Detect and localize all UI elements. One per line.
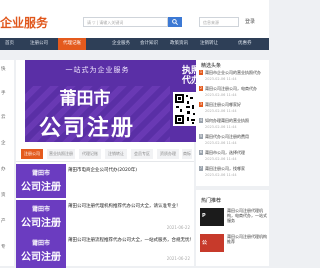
rank-badge: 5 xyxy=(199,134,203,139)
sidebar-item-text[interactable]: 莆田市企业公司的营业执照代办 xyxy=(205,70,267,75)
article-title[interactable]: 莆田公司注册流程推荐代办公司大全，一站式服务，合规无忧！ xyxy=(68,237,194,243)
tab-register[interactable]: 注册公司 xyxy=(21,149,43,159)
hot-logo: P xyxy=(202,213,206,219)
list-item[interactable]: 莆田市 公司注册 莆田市电商企业公司代办(2020年) xyxy=(16,164,194,200)
rank-badge: 2 xyxy=(199,86,203,91)
sidebar-item-text[interactable]: 莆田代办公司注册的费用 xyxy=(205,134,267,139)
sidebar-item-text[interactable]: 莆田公司注册公司，电商代办 xyxy=(205,86,267,91)
sidebar-item-date: 2023-02-06 11:44 xyxy=(205,93,237,97)
nav-item-services[interactable]: 企业服务 xyxy=(112,38,130,50)
login-link[interactable]: 登录 xyxy=(245,18,255,25)
sidebar-item-date: 2023-02-06 11:44 xyxy=(205,77,237,81)
strip-item[interactable]: 快 xyxy=(1,66,6,72)
thumb-title: 公司注册 xyxy=(21,182,61,193)
rank-badge: 4 xyxy=(199,118,203,123)
article-thumbnail[interactable]: 莆田市 公司注册 xyxy=(16,200,66,234)
article-thumbnail[interactable]: 莆田市 公司注册 xyxy=(16,234,66,268)
nav-item-coupon[interactable]: 优惠券 xyxy=(238,38,252,50)
article-title[interactable]: 莆田公司注册代理机构推荐代办公司大全，请认准专业！ xyxy=(68,203,181,209)
hero-banner[interactable]: 一站式为企业服务 莆田市 公司注册 xyxy=(25,60,170,142)
sidebar-item-text[interactable]: 莆田注册公司，找哪家 xyxy=(205,166,267,171)
nav-item-register[interactable]: 注册公司 xyxy=(30,38,48,50)
sidebar-item-text[interactable]: 如何办理莆田的营业执照 xyxy=(205,118,267,123)
list-item[interactable]: 莆田市 公司注册 莆田公司注册流程推荐代办公司大全，一站式服务，合规无忧！ 20… xyxy=(16,234,194,268)
thumb-title: 公司注册 xyxy=(21,218,61,229)
strip-item[interactable]: 云 xyxy=(1,114,6,120)
rank-badge: 7 xyxy=(199,166,203,171)
list-item[interactable]: 莆田市 公司注册 莆田公司注册代理机构推荐代办公司大全，请认准专业！ 2021-… xyxy=(16,200,194,234)
strip-item[interactable]: 产 xyxy=(1,218,6,224)
sidebar-item[interactable]: 5 莆田代办公司注册的费用 2023-02-06 11:44 xyxy=(199,134,267,148)
strip-item[interactable]: 专 xyxy=(1,244,6,250)
rank-badge: 3 xyxy=(199,102,203,107)
hot-item[interactable]: P 莆田公司注册代理机构，电商代办，一站式服务 xyxy=(200,208,267,230)
sidebar-item[interactable]: 1 莆田市企业公司的营业执照代办 2023-02-06 11:44 xyxy=(199,70,267,84)
banner-headline: 公司注册 xyxy=(38,116,135,141)
article-title[interactable]: 莆田市电商企业公司代办(2020年) xyxy=(68,167,137,173)
nav-item-home[interactable]: 首页 xyxy=(5,38,14,50)
rank-badge: 6 xyxy=(199,150,203,155)
search-button[interactable] xyxy=(168,17,182,27)
search-input[interactable]: 请 ▽ | 请输入关键词 xyxy=(83,17,168,27)
strip-item[interactable]: 资 xyxy=(1,192,6,198)
strip-item[interactable]: 企 xyxy=(1,140,6,146)
sidebar-item-text[interactable]: 莆田注册公司哪家好 xyxy=(205,102,267,107)
main-nav: 首页 注册公司 代理记账 企业服务 会计知识 政策资讯 注销转让 优惠券 xyxy=(0,38,269,50)
category-tabs: 注册公司 营业执照注册 代理记账 注销转让 会员专区 资质办理 商标 xyxy=(16,147,194,162)
hot-title: 热门推荐 xyxy=(201,198,222,204)
tab-trademark[interactable]: 商标 xyxy=(182,149,192,159)
source-input[interactable]: 信息来源 xyxy=(199,17,239,27)
tab-member[interactable]: 会员专区 xyxy=(131,149,153,159)
sidebar-item[interactable]: 3 莆田注册公司哪家好 2023-02-06 11:44 xyxy=(199,102,267,116)
sidebar-item-date: 2023-02-06 11:44 xyxy=(205,173,237,177)
hot-thumbnail[interactable]: 公 xyxy=(200,234,224,252)
search-icon xyxy=(172,19,178,25)
sidebar-item[interactable]: 4 如何办理莆田的营业执照 2023-02-06 11:44 xyxy=(199,118,267,132)
rank-badge: 1 xyxy=(199,70,203,75)
article-date: 2021-06-22 xyxy=(166,225,190,230)
banner-city: 莆田市 xyxy=(59,89,111,109)
sidebar-item[interactable]: 6 莆田市公司，选择代理 2023-02-06 11:44 xyxy=(199,150,267,164)
sidebar-item[interactable]: 7 莆田注册公司，找哪家 2023-02-06 11:44 xyxy=(199,166,267,180)
hot-item-text[interactable]: 莆田公司注册代理机构推荐 xyxy=(227,234,267,244)
sidebar-item-text[interactable]: 莆田市公司，选择代理 xyxy=(205,150,267,155)
thumb-city: 莆田市 xyxy=(31,240,50,247)
tab-qualification[interactable]: 资质办理 xyxy=(157,149,179,159)
hot-recommend-panel: 热门推荐 P 莆田公司注册代理机构，电商代办，一站式服务 公 莆田公司注册代理机… xyxy=(196,190,269,266)
left-category-strip: 快 手 云 企 办 资 产 专 xyxy=(0,60,14,266)
featured-sidebar: 精选头条 1 莆田市企业公司的营业执照代办 2023-02-06 11:44 2 莆田… xyxy=(196,60,269,186)
banner-slogan: 一站式为企业服务 xyxy=(65,66,130,74)
strip-item[interactable]: 办 xyxy=(1,166,6,172)
article-date: 2021-06-22 xyxy=(166,256,190,261)
hot-item-text[interactable]: 莆田公司注册代理机构，电商代办，一站式服务 xyxy=(227,208,267,223)
sidebar-item-date: 2023-02-06 11:44 xyxy=(205,109,237,113)
thumb-city: 莆田市 xyxy=(31,206,50,213)
tab-bookkeeping[interactable]: 代理记账 xyxy=(79,149,101,159)
site-logo[interactable]: 企业服务 xyxy=(0,14,48,31)
thumb-city: 莆田市 xyxy=(31,170,50,177)
thumb-title: 公司注册 xyxy=(21,252,61,263)
hot-thumbnail[interactable]: P xyxy=(200,208,224,226)
tab-license[interactable]: 营业执照注册 xyxy=(47,149,75,159)
sidebar-item-date: 2023-02-06 11:44 xyxy=(205,157,237,161)
nav-item-policy[interactable]: 政策资讯 xyxy=(170,38,188,50)
strip-item[interactable]: 手 xyxy=(1,90,6,96)
hot-logo: 公 xyxy=(202,240,208,246)
sidebar-item-date: 2023-02-06 11:44 xyxy=(205,141,237,145)
hot-item[interactable]: 公 莆田公司注册代理机构推荐 xyxy=(200,234,267,256)
tab-cancel[interactable]: 注销转让 xyxy=(105,149,127,159)
nav-item-cancel[interactable]: 注销转让 xyxy=(200,38,218,50)
nav-item-bookkeeping[interactable]: 代理记账 xyxy=(58,38,86,50)
article-thumbnail[interactable]: 莆田市 公司注册 xyxy=(16,164,66,198)
sidebar-item[interactable]: 2 莆田公司注册公司，电商代办 2023-02-06 11:44 xyxy=(199,86,267,100)
nav-item-knowledge[interactable]: 会计知识 xyxy=(140,38,158,50)
sidebar-item-date: 2023-02-06 11:44 xyxy=(205,125,237,129)
sidebar-title: 精选头条 xyxy=(201,63,222,69)
